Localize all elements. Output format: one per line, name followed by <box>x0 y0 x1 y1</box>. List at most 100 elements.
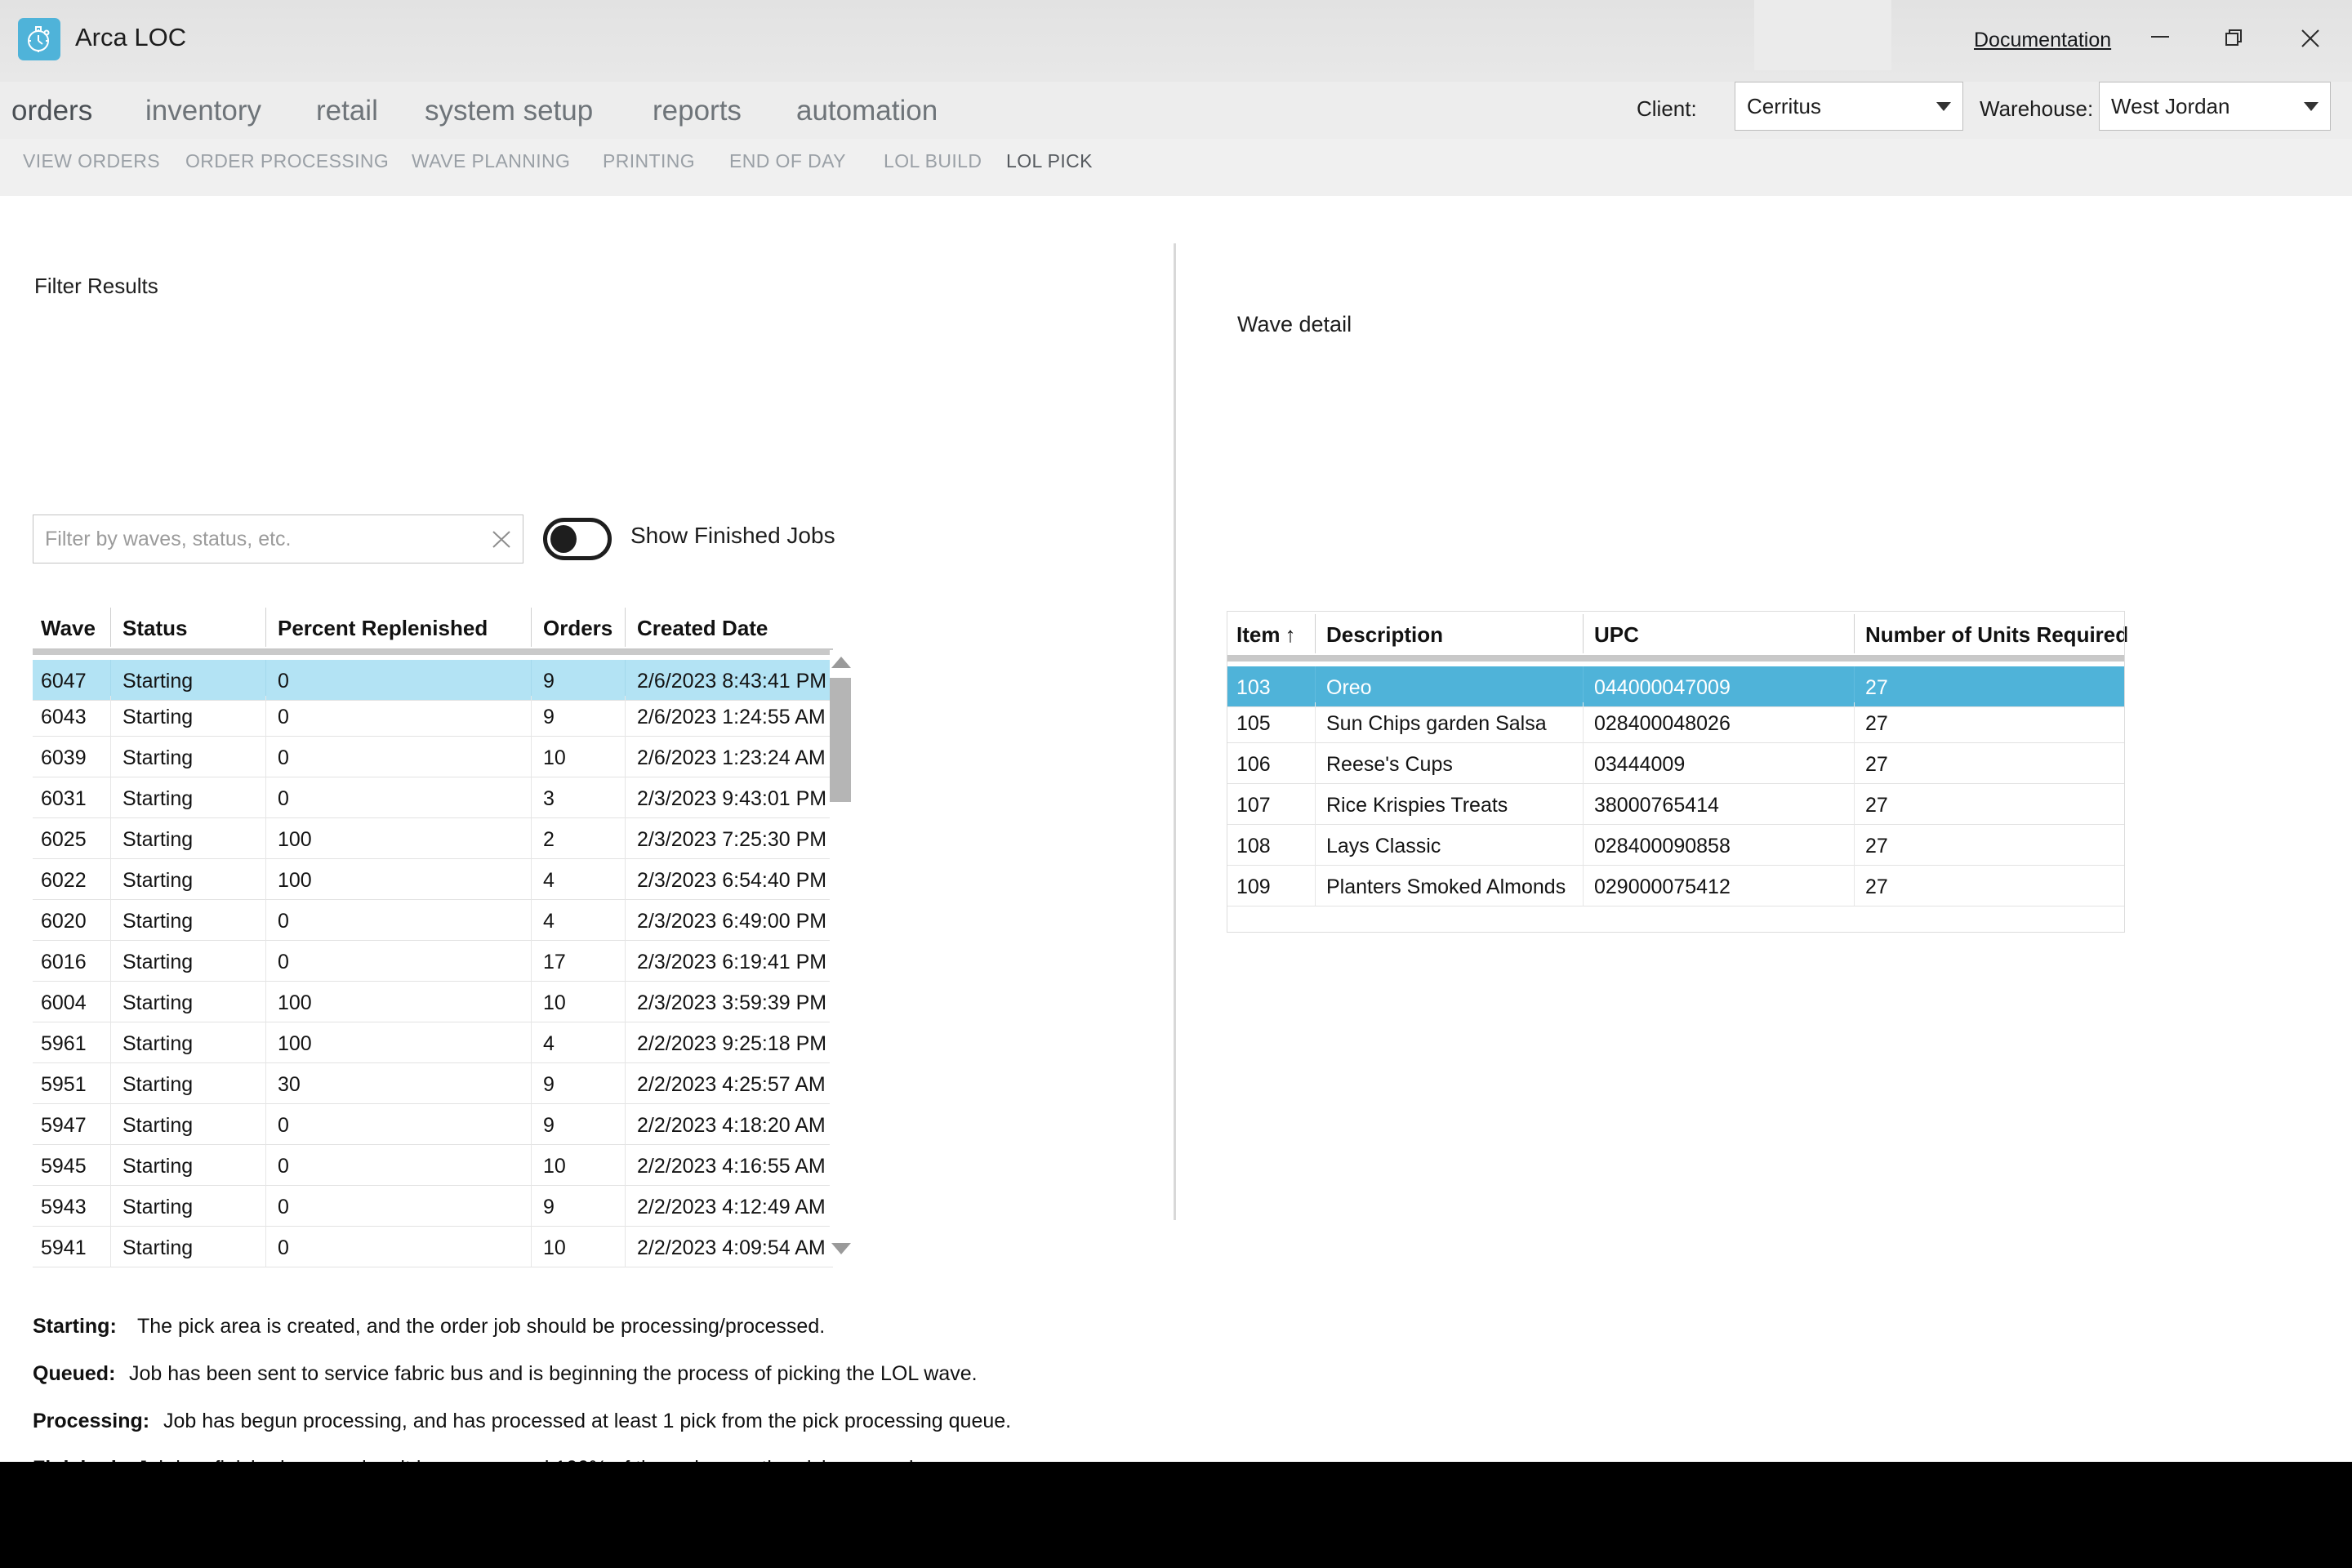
wave-row[interactable]: 5945 Starting 0 10 2/2/2023 4:16:55 AM <box>33 1145 833 1186</box>
wave-row[interactable]: 5941 Starting 0 10 2/2/2023 4:09:54 AM <box>33 1227 833 1267</box>
cell-divider <box>1583 825 1584 866</box>
wave-cell-percent: 0 <box>278 951 289 973</box>
chevron-down-icon <box>1936 102 1951 111</box>
wave-cell-created: 2/2/2023 4:16:55 AM <box>637 1155 826 1178</box>
wave-cell-orders: 10 <box>543 1155 566 1178</box>
cell-divider <box>531 1227 532 1267</box>
detail-cell-upc: 028400048026 <box>1594 712 1731 735</box>
wave-column-header-status[interactable]: Status <box>122 616 187 641</box>
cell-divider <box>110 1104 111 1145</box>
column-divider <box>110 608 111 647</box>
wave-column-header-orders[interactable]: Orders <box>543 616 612 641</box>
legend-line: Processing: Job has begun processing, and… <box>33 1410 1094 1457</box>
wave-row[interactable]: 5947 Starting 0 9 2/2/2023 4:18:20 AM <box>33 1104 833 1145</box>
wave-cell-orders: 9 <box>543 706 555 728</box>
cell-divider <box>110 737 111 777</box>
detail-cell-upc: 38000765414 <box>1594 794 1719 817</box>
sub-nav-item-wave-planning[interactable]: WAVE PLANNING <box>412 150 570 172</box>
wave-column-header-percent-replenished[interactable]: Percent Replenished <box>278 616 488 641</box>
detail-row[interactable]: 105 Sun Chips garden Salsa 028400048026 27 <box>1227 702 2125 743</box>
legend-line: Finished: Job has finished processing, it… <box>33 1457 1094 1462</box>
wave-cell-percent: 0 <box>278 787 289 810</box>
client-dropdown[interactable]: Cerritus <box>1735 82 1963 131</box>
wave-row[interactable]: 5951 Starting 30 9 2/2/2023 4:25:57 AM <box>33 1063 833 1104</box>
detail-cell-units: 27 <box>1865 794 1888 817</box>
cell-divider <box>265 1022 266 1063</box>
wave-cell-orders: 9 <box>543 1196 555 1218</box>
filter-input[interactable] <box>33 514 523 564</box>
wave-cell-status: Starting <box>122 746 194 769</box>
wave-cell-percent: 100 <box>278 828 312 851</box>
wave-row[interactable]: 6004 Starting 100 10 2/3/2023 3:59:39 PM <box>33 982 833 1022</box>
wave-cell-wave: 6004 <box>41 991 87 1014</box>
chevron-down-icon <box>2304 102 2319 111</box>
cell-divider <box>625 777 626 818</box>
wave-cell-status: Starting <box>122 1032 194 1055</box>
minimize-button[interactable] <box>2135 15 2185 59</box>
cell-divider <box>625 660 626 701</box>
sub-nav-item-lol-build[interactable]: LOL BUILD <box>884 150 982 172</box>
detail-column-header-upc[interactable]: UPC <box>1594 622 1639 648</box>
scrollbar-thumb[interactable] <box>830 678 851 802</box>
cell-divider <box>110 900 111 941</box>
sub-nav-item-end-of-day[interactable]: END OF DAY <box>729 150 846 172</box>
wave-cell-wave: 5961 <box>41 1032 87 1055</box>
scroll-down-arrow-icon[interactable] <box>831 1243 851 1254</box>
wave-cell-created: 2/3/2023 7:25:30 PM <box>637 828 827 851</box>
legend-description: Job has begun processing, and has proces… <box>163 1410 1012 1432</box>
detail-column-header-item[interactable]: Item ↑ <box>1236 622 1295 648</box>
detail-top-separator <box>1227 657 2125 662</box>
wave-row[interactable]: 6016 Starting 0 17 2/3/2023 6:19:41 PM <box>33 941 833 982</box>
show-finished-jobs-label: Show Finished Jobs <box>630 523 835 548</box>
wave-row[interactable]: 6039 Starting 0 10 2/6/2023 1:23:24 AM <box>33 737 833 777</box>
wave-column-header-wave[interactable]: Wave <box>41 616 96 641</box>
column-divider <box>265 608 266 647</box>
wave-cell-status: Starting <box>122 1196 194 1218</box>
wave-row[interactable]: 5943 Starting 0 9 2/2/2023 4:12:49 AM <box>33 1186 833 1227</box>
documentation-link[interactable]: Documentation <box>1974 29 2111 52</box>
sub-nav-item-view-orders[interactable]: VIEW ORDERS <box>23 150 160 172</box>
close-button[interactable] <box>2285 15 2336 59</box>
sub-nav-item-lol-pick[interactable]: LOL PICK <box>1006 150 1093 172</box>
wave-cell-percent: 100 <box>278 991 312 1014</box>
wave-cell-percent: 0 <box>278 706 289 728</box>
detail-column-header-description[interactable]: Description <box>1326 622 1443 648</box>
wave-row[interactable]: 6047 Starting 0 9 2/6/2023 8:43:41 PM <box>33 660 833 701</box>
wave-cell-wave: 5941 <box>41 1236 87 1259</box>
cell-divider <box>110 777 111 818</box>
detail-row[interactable]: 103 Oreo 044000047009 27 <box>1227 666 2125 707</box>
warehouse-label: Warehouse: <box>1980 96 2094 121</box>
maximize-button[interactable] <box>2210 15 2261 59</box>
sub-nav-item-order-processing[interactable]: ORDER PROCESSING <box>185 150 389 172</box>
cell-divider <box>531 1186 532 1227</box>
detail-row[interactable]: 106 Reese's Cups 03444009 27 <box>1227 743 2125 784</box>
sub-nav-item-printing[interactable]: PRINTING <box>603 150 695 172</box>
wave-row[interactable]: 6020 Starting 0 4 2/3/2023 6:49:00 PM <box>33 900 833 941</box>
legend-term: Starting: <box>33 1315 117 1338</box>
wave-row[interactable]: 6022 Starting 100 4 2/3/2023 6:54:40 PM <box>33 859 833 900</box>
wave-row[interactable]: 5961 Starting 100 4 2/2/2023 9:25:18 PM <box>33 1022 833 1063</box>
wave-table-scrollbar[interactable] <box>830 650 853 1261</box>
detail-cell-item: 105 <box>1236 712 1271 735</box>
show-finished-jobs-toggle[interactable] <box>543 518 612 560</box>
cell-divider <box>531 777 532 818</box>
wave-cell-status: Starting <box>122 828 194 851</box>
warehouse-dropdown[interactable]: West Jordan <box>2099 82 2331 131</box>
clear-x-icon[interactable] <box>488 525 515 553</box>
wave-row[interactable]: 6031 Starting 0 3 2/3/2023 9:43:01 PM <box>33 777 833 818</box>
detail-row[interactable]: 109 Planters Smoked Almonds 029000075412 27 <box>1227 866 2125 906</box>
cell-divider <box>625 696 626 737</box>
wave-row[interactable]: 6025 Starting 100 2 2/3/2023 7:25:30 PM <box>33 818 833 859</box>
wave-cell-wave: 5947 <box>41 1114 87 1137</box>
wave-cell-status: Starting <box>122 1236 194 1259</box>
detail-row[interactable]: 108 Lays Classic 028400090858 27 <box>1227 825 2125 866</box>
context-selectors: Client: Warehouse: <box>0 82 2352 139</box>
detail-column-header-number-of-units-required[interactable]: Number of Units Required <box>1865 622 2128 648</box>
scroll-up-arrow-icon[interactable] <box>831 657 851 668</box>
detail-row[interactable]: 107 Rice Krispies Treats 38000765414 27 <box>1227 784 2125 825</box>
cell-divider <box>531 1063 532 1104</box>
wave-column-header-created-date[interactable]: Created Date <box>637 616 768 641</box>
cell-divider <box>265 900 266 941</box>
cell-divider <box>625 1063 626 1104</box>
wave-row[interactable]: 6043 Starting 0 9 2/6/2023 1:24:55 AM <box>33 696 833 737</box>
